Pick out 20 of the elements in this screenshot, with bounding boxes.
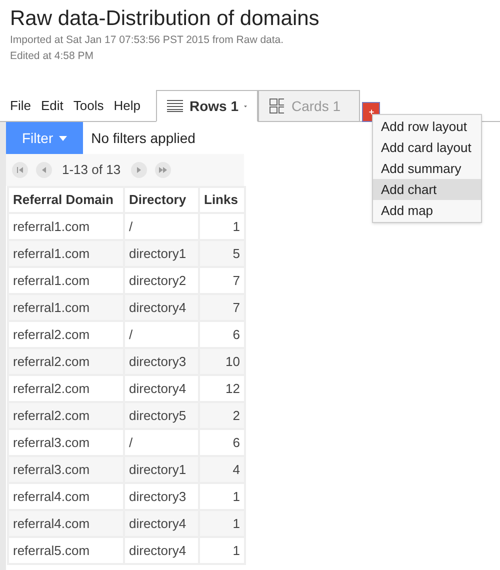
menu-option[interactable]: Add map	[373, 200, 481, 221]
pager-text: 1-13 of 13	[61, 161, 122, 180]
page-title: Raw data-Distribution of domains	[10, 6, 320, 32]
column-header[interactable]: Referral Domain	[8, 187, 124, 213]
subtitle-text: Imported at Sat Jan 17 07:53:56 PST 2015 from Raw data.	[10, 33, 285, 48]
column-header[interactable]: Directory	[124, 187, 199, 213]
menu-item[interactable]: Help	[114, 96, 140, 115]
table-cell: 1	[199, 537, 245, 564]
menu-item[interactable]: Tools	[73, 96, 104, 115]
menu-option[interactable]: Add card layout	[373, 137, 481, 158]
subtitle-text: Edited at 4:58 PM	[10, 49, 94, 64]
table-cell: directory4	[124, 537, 199, 564]
filter-status: No filters applied	[91, 128, 196, 148]
menu-item[interactable]: File	[10, 96, 31, 115]
layout-tab[interactable]: Rows 1	[156, 90, 258, 122]
menu-option[interactable]: Add summary	[373, 158, 481, 179]
menu-item[interactable]: Edit	[40, 96, 64, 115]
column-header[interactable]: Links	[199, 187, 245, 213]
menu-option[interactable]: Add chart	[373, 179, 481, 200]
table-cell: referral5.com	[8, 537, 124, 564]
